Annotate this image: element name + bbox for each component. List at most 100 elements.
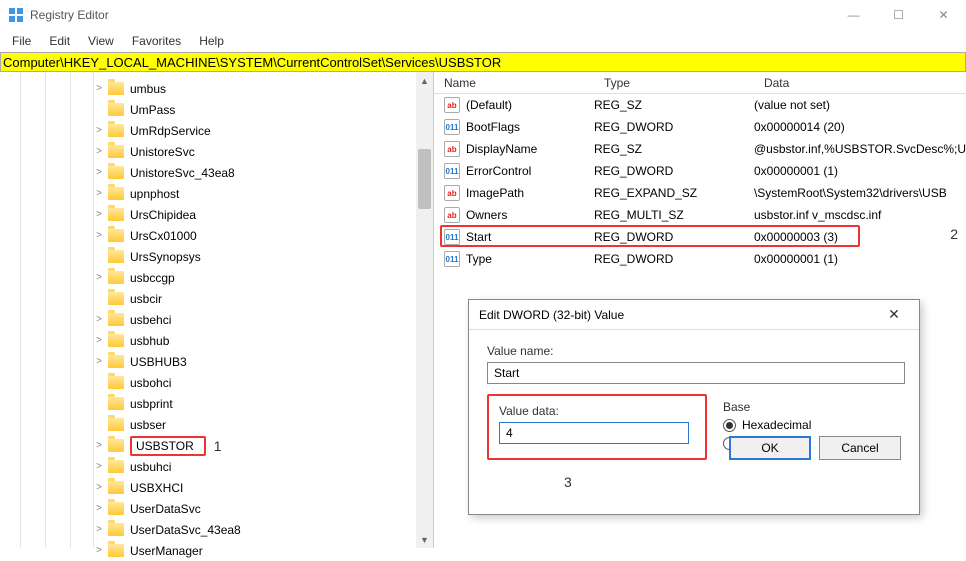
menu-view[interactable]: View <box>80 32 122 50</box>
value-row[interactable]: 011StartREG_DWORD0x00000003 (3) <box>434 226 966 248</box>
scroll-thumb[interactable] <box>418 149 431 209</box>
expander-icon[interactable]: > <box>92 83 106 94</box>
expander-icon[interactable]: > <box>92 545 106 556</box>
callout-1: 1 <box>214 438 222 454</box>
tree-item[interactable]: > UmRdpService <box>0 120 433 141</box>
reg-sz-icon: ab <box>444 97 460 113</box>
radio-hex-label: Hexadecimal <box>742 418 811 432</box>
reg-dword-icon: 011 <box>444 229 460 245</box>
menu-favorites[interactable]: Favorites <box>124 32 189 50</box>
header-type[interactable]: Type <box>594 76 754 93</box>
tree-item[interactable]: > UrsCx01000 <box>0 225 433 246</box>
cancel-button[interactable]: Cancel <box>819 436 901 460</box>
value-row[interactable]: abOwnersREG_MULTI_SZusbstor.inf v_mscdsc… <box>434 204 966 226</box>
expander-icon[interactable]: > <box>92 125 106 136</box>
tree-item[interactable]: usbohci <box>0 372 433 393</box>
expander-icon[interactable]: > <box>92 146 106 157</box>
tree-item-label: UserManager <box>130 544 203 558</box>
expander-icon[interactable]: > <box>92 440 106 451</box>
value-row[interactable]: 011BootFlagsREG_DWORD0x00000014 (20) <box>434 116 966 138</box>
tree-item[interactable]: usbprint <box>0 393 433 414</box>
menu-edit[interactable]: Edit <box>41 32 78 50</box>
value-row[interactable]: abImagePathREG_EXPAND_SZ\SystemRoot\Syst… <box>434 182 966 204</box>
dialog-close-button[interactable]: ✕ <box>879 300 909 330</box>
folder-icon <box>108 145 124 158</box>
tree-item[interactable]: usbcir <box>0 288 433 309</box>
tree-item[interactable]: > UserDataSvc_43ea8 <box>0 519 433 540</box>
value-type: REG_DWORD <box>594 230 754 244</box>
value-data: (value not set) <box>754 98 966 112</box>
expander-icon[interactable]: > <box>92 335 106 346</box>
value-data-label: Value data: <box>499 404 695 418</box>
tree-item-label: UmRdpService <box>130 124 211 138</box>
header-data[interactable]: Data <box>754 76 966 93</box>
close-button[interactable]: ✕ <box>921 0 966 30</box>
address-bar[interactable]: Computer\HKEY_LOCAL_MACHINE\SYSTEM\Curre… <box>0 52 966 72</box>
tree-item[interactable]: usbser <box>0 414 433 435</box>
tree-item[interactable]: >USBHUB3 <box>0 351 433 372</box>
expander-icon[interactable]: > <box>92 188 106 199</box>
value-row[interactable]: 011ErrorControlREG_DWORD0x00000001 (1) <box>434 160 966 182</box>
base-label: Base <box>723 400 811 414</box>
scroll-track[interactable] <box>416 89 433 531</box>
menu-file[interactable]: File <box>4 32 39 50</box>
tree-scrollbar[interactable]: ▲ ▼ <box>416 72 433 548</box>
folder-icon <box>108 418 124 431</box>
value-row[interactable]: ab(Default)REG_SZ(value not set) <box>434 94 966 116</box>
expander-icon[interactable]: > <box>92 272 106 283</box>
value-name: DisplayName <box>466 142 594 156</box>
tree-gutter <box>45 72 46 548</box>
scroll-up-button[interactable]: ▲ <box>416 72 433 89</box>
tree-item[interactable]: >usbuhci <box>0 456 433 477</box>
window-titlebar: Registry Editor — ☐ ✕ <box>0 0 966 30</box>
reg-dword-icon: 011 <box>444 163 460 179</box>
maximize-button[interactable]: ☐ <box>876 0 921 30</box>
tree-item[interactable]: >usbehci <box>0 309 433 330</box>
expander-icon[interactable]: > <box>92 482 106 493</box>
tree-item[interactable]: >usbhub <box>0 330 433 351</box>
expander-icon[interactable]: > <box>92 503 106 514</box>
tree-item[interactable]: UmPass <box>0 99 433 120</box>
menu-help[interactable]: Help <box>191 32 232 50</box>
tree-item-label: usbcir <box>130 292 162 306</box>
folder-icon <box>108 313 124 326</box>
expander-icon[interactable]: > <box>92 167 106 178</box>
tree-item[interactable]: >USBSTOR1 <box>0 435 433 456</box>
tree-item[interactable]: UrsSynopsys <box>0 246 433 267</box>
tree-item-label: UrsCx01000 <box>130 229 197 243</box>
tree-item[interactable]: >upnphost <box>0 183 433 204</box>
scroll-down-button[interactable]: ▼ <box>416 531 433 548</box>
expander-icon[interactable]: > <box>92 461 106 472</box>
reg-sz-icon: ab <box>444 207 460 223</box>
expander-icon[interactable]: > <box>92 356 106 367</box>
value-row[interactable]: abDisplayNameREG_SZ@usbstor.inf,%USBSTOR… <box>434 138 966 160</box>
radio-hexadecimal[interactable]: Hexadecimal <box>723 418 811 432</box>
minimize-button[interactable]: — <box>831 0 876 30</box>
expander-icon[interactable]: > <box>92 230 106 241</box>
tree-item[interactable]: >UnistoreSvc_43ea8 <box>0 162 433 183</box>
tree-item[interactable]: > umbus <box>0 78 433 99</box>
tree-item-label: umbus <box>130 82 166 96</box>
value-row[interactable]: 011TypeREG_DWORD0x00000001 (1) <box>434 248 966 270</box>
tree-item-label: usbccgp <box>130 271 175 285</box>
dialog-body: Value name: Value data: Base Hexadecimal… <box>469 330 919 470</box>
tree-item[interactable]: >USBXHCI <box>0 477 433 498</box>
tree-item[interactable]: >UnistoreSvc <box>0 141 433 162</box>
value-name-label: Value name: <box>487 344 901 358</box>
tree-item[interactable]: >UserDataSvc <box>0 498 433 519</box>
tree-item[interactable]: > usbccgp <box>0 267 433 288</box>
tree-item-label: UserDataSvc_43ea8 <box>130 523 241 537</box>
expander-icon[interactable]: > <box>92 314 106 325</box>
tree-item[interactable]: > UserManager <box>0 540 433 561</box>
reg-sz-icon: ab <box>444 185 460 201</box>
value-data-input[interactable] <box>499 422 689 444</box>
value-data-highlight: Value data: <box>487 394 707 460</box>
value-name-input[interactable] <box>487 362 905 384</box>
ok-button[interactable]: OK <box>729 436 811 460</box>
header-name[interactable]: Name <box>434 76 594 93</box>
folder-icon <box>108 187 124 200</box>
tree-item[interactable]: >UrsChipidea <box>0 204 433 225</box>
expander-icon[interactable]: > <box>92 524 106 535</box>
expander-icon[interactable]: > <box>92 209 106 220</box>
value-data: \SystemRoot\System32\drivers\USB <box>754 186 966 200</box>
